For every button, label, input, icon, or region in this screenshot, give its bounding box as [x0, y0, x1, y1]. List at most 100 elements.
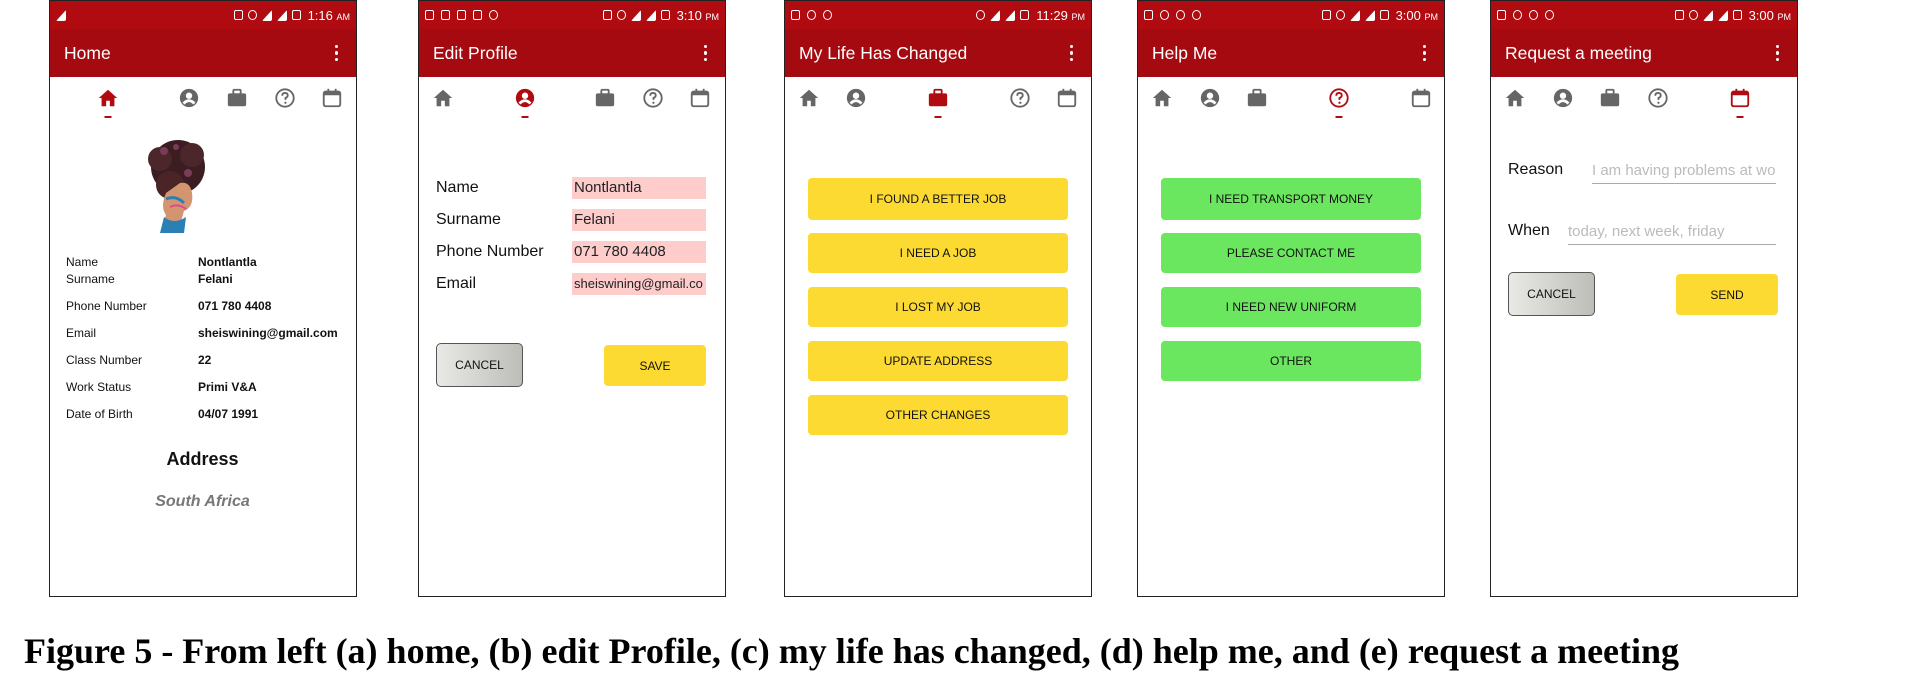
- overflow-menu-icon[interactable]: [331, 41, 343, 66]
- update-address-button[interactable]: UPDATE ADDRESS: [808, 341, 1068, 381]
- phone-label: Phone Number: [436, 243, 544, 260]
- calendar-icon: [1057, 88, 1077, 108]
- tab-home[interactable]: [96, 87, 120, 118]
- overflow-menu-icon[interactable]: [1066, 41, 1078, 66]
- other-changes-button[interactable]: OTHER CHANGES: [808, 395, 1068, 435]
- cancel-button[interactable]: CANCEL: [1508, 272, 1595, 316]
- tab-profile[interactable]: [513, 87, 537, 118]
- calendar-icon: [1411, 88, 1431, 108]
- overflow-menu-icon[interactable]: [1772, 41, 1784, 66]
- tab-help[interactable]: [1008, 87, 1032, 111]
- battery-icon: [291, 10, 301, 20]
- clock: 3:00 PM: [1748, 7, 1791, 23]
- tab-home[interactable]: [431, 87, 455, 111]
- email-label: Email: [436, 275, 477, 292]
- download-icon: [473, 10, 482, 20]
- help-icon: [1329, 88, 1349, 108]
- overflow-menu-icon[interactable]: [1419, 41, 1431, 66]
- send-button[interactable]: SEND: [1676, 274, 1778, 315]
- address-heading: Address: [166, 449, 239, 469]
- tab-profile[interactable]: [1551, 87, 1575, 111]
- tab-work[interactable]: [1245, 87, 1269, 111]
- surname-field[interactable]: Felani: [572, 209, 706, 231]
- usb-icon: [807, 10, 816, 20]
- need-job-button[interactable]: I NEED A JOB: [808, 233, 1068, 273]
- tab-profile[interactable]: [844, 87, 868, 111]
- save-button[interactable]: SAVE: [604, 345, 706, 386]
- tab-home[interactable]: [1503, 87, 1527, 111]
- tab-profile[interactable]: [177, 87, 201, 111]
- image-icon: [1144, 10, 1153, 20]
- screen-title: Help Me: [1152, 42, 1218, 63]
- tab-help[interactable]: [1327, 87, 1351, 118]
- account-icon: [179, 88, 199, 108]
- vibrate-icon: [233, 10, 243, 20]
- app-bar: Request a meeting: [1491, 29, 1797, 77]
- tab-help[interactable]: [273, 87, 297, 111]
- lost-job-button[interactable]: I LOST MY JOB: [808, 287, 1068, 327]
- whatsapp-icon: [1513, 10, 1522, 20]
- tab-profile[interactable]: [1198, 87, 1222, 111]
- tab-help[interactable]: [641, 87, 665, 111]
- android-icon: [823, 10, 832, 20]
- usb-icon: [1176, 10, 1185, 20]
- figure-caption: Figure 5 - From left (a) home, (b) edit …: [24, 631, 1680, 671]
- wifi-icon: [1349, 9, 1360, 21]
- tab-work[interactable]: [1598, 87, 1622, 111]
- image-icon: [791, 10, 800, 20]
- phone-field[interactable]: 071 780 4408: [572, 241, 706, 263]
- tab-home[interactable]: [1150, 87, 1174, 111]
- tab-home[interactable]: [797, 87, 821, 111]
- email-field[interactable]: sheiswining@gmail.co: [572, 273, 706, 295]
- tab-work[interactable]: [593, 87, 617, 111]
- clock: 11:29 PM: [1036, 7, 1085, 23]
- calendar-icon: [690, 88, 710, 108]
- account-icon: [515, 88, 535, 108]
- tab-calendar[interactable]: [1728, 87, 1752, 118]
- screen-title: Home: [64, 42, 111, 63]
- contact-me-button[interactable]: PLEASE CONTACT ME: [1161, 233, 1421, 273]
- name-field[interactable]: Nontlantla: [572, 177, 706, 199]
- vibrate-icon: [602, 10, 612, 20]
- when-input[interactable]: today, next week, friday: [1568, 220, 1776, 245]
- account-icon: [846, 88, 866, 108]
- calendar-icon: [1730, 88, 1750, 108]
- reason-input[interactable]: I am having problems at wo: [1592, 159, 1776, 184]
- transport-money-button[interactable]: I NEED TRANSPORT MONEY: [1161, 178, 1421, 220]
- tab-bar: [1491, 77, 1797, 127]
- found-better-job-button[interactable]: I FOUND A BETTER JOB: [808, 178, 1068, 220]
- tab-work[interactable]: [926, 87, 950, 118]
- status-bar: 1:16 AM: [50, 1, 356, 29]
- app-bar: My Life Has Changed: [785, 29, 1091, 77]
- home-icon: [1152, 89, 1172, 107]
- status-bar: 3:10 PM: [419, 1, 725, 29]
- whatsapp-icon: [1160, 10, 1169, 20]
- briefcase-icon: [227, 88, 247, 107]
- tab-calendar[interactable]: [1409, 87, 1433, 111]
- screen-help-me: 3:00 PM Help Me I NEED TRANSPORT MONEY P…: [1137, 0, 1445, 597]
- vibrate-icon: [1321, 10, 1331, 20]
- home-icon: [98, 89, 118, 107]
- help-icon: [275, 88, 295, 108]
- overflow-menu-icon[interactable]: [700, 41, 712, 66]
- android-icon: [1545, 10, 1554, 20]
- help-icon: [643, 88, 663, 108]
- app-bar: Help Me: [1138, 29, 1444, 77]
- home-icon: [433, 89, 453, 107]
- tab-help[interactable]: [1646, 87, 1670, 111]
- dob-label: Date of Birth: [66, 407, 133, 421]
- tab-calendar[interactable]: [320, 87, 344, 111]
- calendar-icon: [322, 88, 342, 108]
- new-uniform-button[interactable]: I NEED NEW UNIFORM: [1161, 287, 1421, 327]
- screen-title: Edit Profile: [433, 42, 518, 63]
- tab-work[interactable]: [225, 87, 249, 111]
- other-help-button[interactable]: OTHER: [1161, 341, 1421, 381]
- name-label: Name: [436, 179, 479, 196]
- briefcase-icon: [1600, 88, 1620, 107]
- name-label: Name: [66, 255, 99, 269]
- cancel-button[interactable]: CANCEL: [436, 343, 523, 387]
- work-status-label: Work Status: [66, 380, 132, 394]
- tab-calendar[interactable]: [1055, 87, 1079, 111]
- tab-calendar[interactable]: [688, 87, 712, 111]
- signal-icon: [276, 9, 287, 21]
